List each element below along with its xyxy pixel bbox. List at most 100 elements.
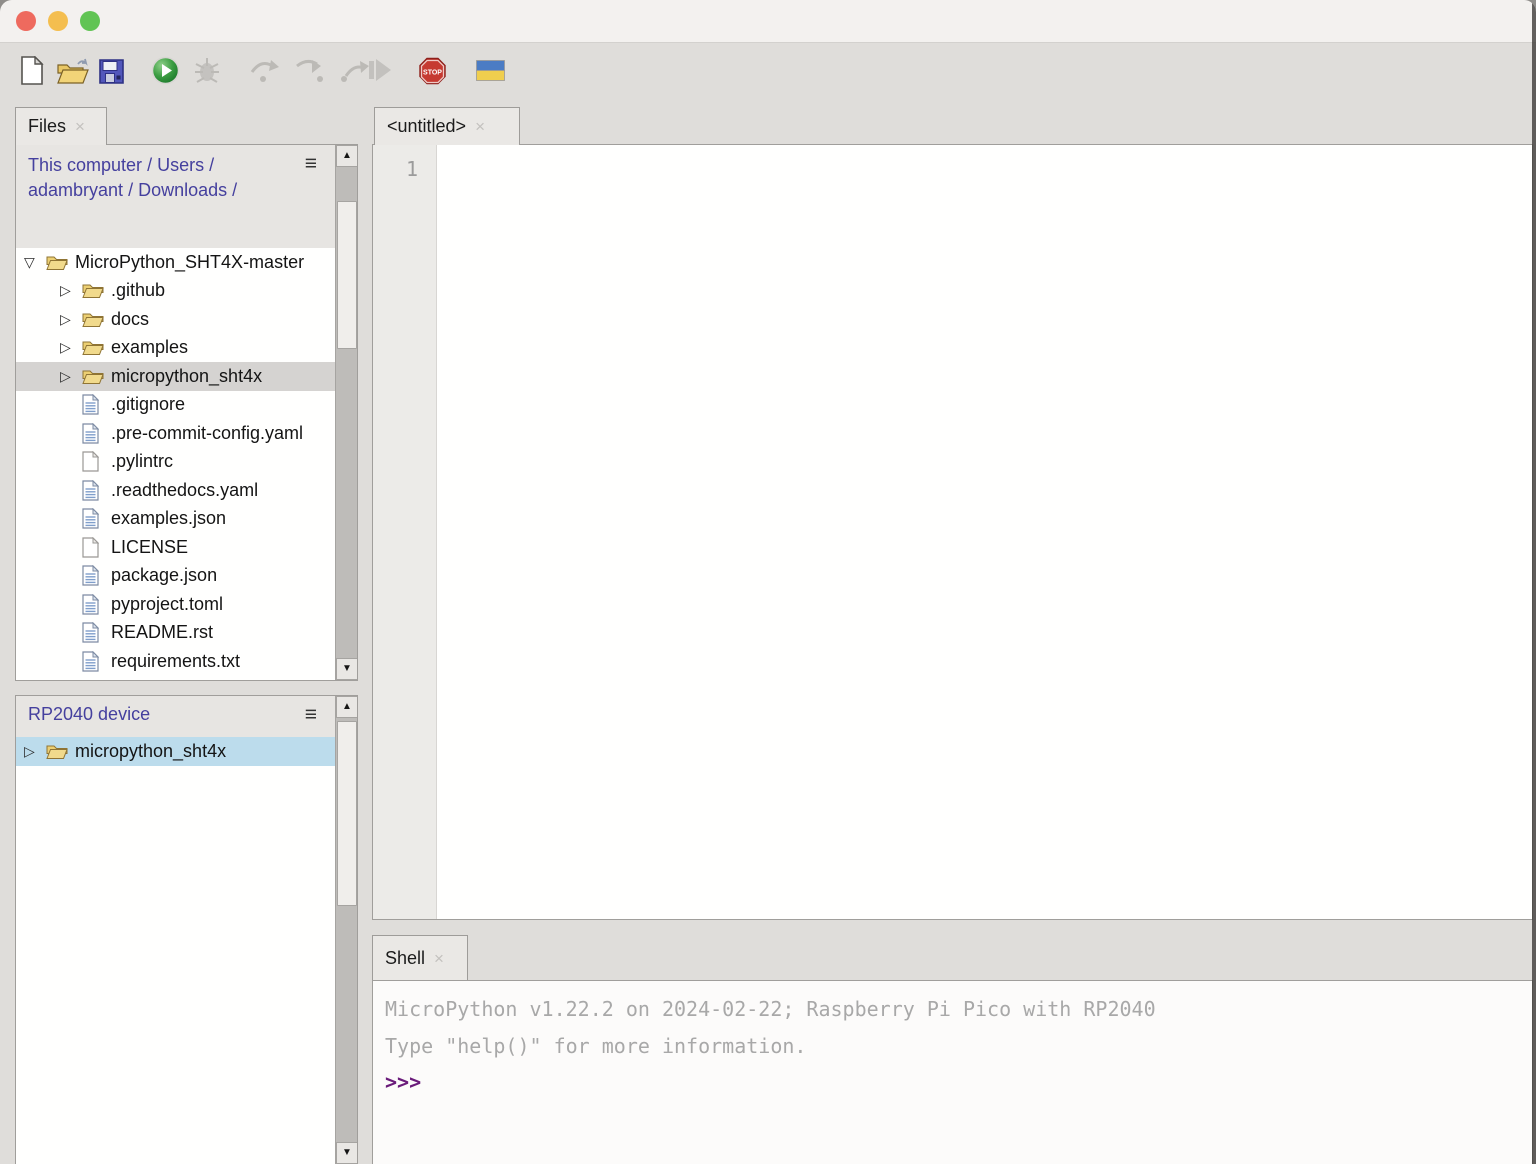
file-icon xyxy=(82,565,104,586)
file-icon xyxy=(82,537,104,558)
tree-item[interactable]: ▷.github xyxy=(16,277,337,306)
scroll-down-icon[interactable]: ▼ xyxy=(336,1142,358,1164)
close-icon[interactable]: × xyxy=(75,118,85,135)
folder-icon xyxy=(82,339,104,356)
tree-item[interactable]: package.json xyxy=(16,562,337,591)
tree-item[interactable]: examples.json xyxy=(16,505,337,534)
run-script-button[interactable] xyxy=(151,56,180,88)
tree-item-label: micropython_sht4x xyxy=(111,366,262,387)
expand-icon[interactable]: ▷ xyxy=(58,311,82,328)
collapse-icon[interactable]: ▽ xyxy=(22,254,46,271)
tree-item-label: examples.json xyxy=(111,508,226,529)
scroll-down-icon[interactable]: ▼ xyxy=(336,658,358,680)
close-icon[interactable]: × xyxy=(434,950,444,967)
svg-text:STOP: STOP xyxy=(423,70,442,77)
expand-icon[interactable]: ▷ xyxy=(22,743,46,760)
device-panel: RP2040 device ≡ ▷ micropython_sht4x ▲ ▼ xyxy=(15,695,358,1164)
support-ukraine-button[interactable] xyxy=(476,60,505,84)
zoom-window-button[interactable] xyxy=(80,11,100,31)
tree-item-label: README.rst xyxy=(111,622,213,643)
shell-output-line: MicroPython v1.22.2 on 2024-02-22; Raspb… xyxy=(385,991,1532,1028)
tree-item[interactable]: .gitignore xyxy=(16,391,337,420)
files-panel: This computer / Users / adambryant / Dow… xyxy=(15,144,358,681)
tree-item-label: docs xyxy=(111,309,149,330)
line-number-gutter: 1 xyxy=(373,145,437,919)
tree-item[interactable]: pyproject.toml xyxy=(16,590,337,619)
tree-item[interactable]: .readthedocs.yaml xyxy=(16,476,337,505)
tree-item-label: LICENSE xyxy=(111,537,188,558)
tab-files[interactable]: Files × xyxy=(15,107,107,145)
location-segment-link[interactable]: Downloads xyxy=(138,180,227,200)
device-scrollbar[interactable]: ▲ ▼ xyxy=(335,696,357,1164)
file-icon xyxy=(82,451,104,472)
file-icon xyxy=(82,594,104,615)
files-location-header: This computer / Users / adambryant / Dow… xyxy=(16,145,357,248)
tree-item[interactable]: requirements.txt xyxy=(16,647,337,676)
files-scrollbar-thumb[interactable] xyxy=(337,201,357,349)
file-icon xyxy=(82,651,104,672)
new-file-icon xyxy=(20,56,44,86)
tree-item-label: micropython_sht4x xyxy=(75,741,226,762)
scroll-up-icon[interactable]: ▲ xyxy=(336,696,358,718)
tree-item[interactable]: ▷ micropython_sht4x xyxy=(16,362,337,391)
tree-item[interactable]: ▷examples xyxy=(16,334,337,363)
save-file-button[interactable] xyxy=(98,58,125,88)
close-icon[interactable]: × xyxy=(475,118,485,135)
shell-output-lines: MicroPython v1.22.2 on 2024-02-22; Raspb… xyxy=(385,991,1532,1065)
minimize-window-button[interactable] xyxy=(48,11,68,31)
tree-item-label: package.json xyxy=(111,565,217,586)
files-menu-icon[interactable]: ≡ xyxy=(305,153,317,174)
file-icon xyxy=(82,622,104,643)
open-file-button[interactable] xyxy=(56,58,89,89)
ukraine-flag-icon xyxy=(476,60,505,81)
device-tree: ▷ micropython_sht4x xyxy=(16,737,337,766)
scroll-up-icon[interactable]: ▲ xyxy=(336,145,358,167)
expand-icon[interactable]: ▷ xyxy=(58,282,82,299)
tree-item-label: MicroPython_SHT4X-master xyxy=(75,252,304,273)
tree-item[interactable]: README.rst xyxy=(16,619,337,648)
files-tree: ▽MicroPython_SHT4X-master▷.github▷docs▷e… xyxy=(16,248,337,676)
expand-icon[interactable]: ▷ xyxy=(58,368,82,385)
tree-item[interactable]: .pre-commit-config.yaml xyxy=(16,419,337,448)
close-window-button[interactable] xyxy=(16,11,36,31)
device-menu-icon[interactable]: ≡ xyxy=(305,704,317,725)
editor-tab-label: <untitled> xyxy=(387,116,466,137)
files-scrollbar[interactable]: ▲ ▼ xyxy=(335,145,357,680)
step-out-icon xyxy=(338,58,369,82)
device-panel-header: RP2040 device ≡ xyxy=(16,696,357,737)
folder-icon xyxy=(46,254,68,271)
location-root-link[interactable]: This computer xyxy=(28,155,142,175)
code-editor[interactable]: 1 xyxy=(372,144,1533,920)
run-play-icon xyxy=(151,56,180,85)
location-segment-link[interactable]: Users xyxy=(157,155,204,175)
tree-item-label: .pylintrc xyxy=(111,451,173,472)
folder-icon xyxy=(82,311,104,328)
expand-icon[interactable]: ▷ xyxy=(58,339,82,356)
device-scrollbar-thumb[interactable] xyxy=(337,721,357,906)
step-into-icon xyxy=(294,58,325,82)
resume-play-icon xyxy=(366,57,393,83)
tab-shell[interactable]: Shell × xyxy=(372,935,468,980)
file-icon xyxy=(82,394,104,415)
tree-item[interactable]: LICENSE xyxy=(16,533,337,562)
tree-item[interactable]: ▽ MicroPython_SHT4X-master xyxy=(16,248,337,277)
shell-output[interactable]: MicroPython v1.22.2 on 2024-02-22; Raspb… xyxy=(372,980,1533,1164)
tree-item-label: .pre-commit-config.yaml xyxy=(111,423,303,444)
shell-prompt: >>> xyxy=(385,1065,1532,1099)
step-over-icon xyxy=(249,58,280,82)
files-location-breadcrumb[interactable]: This computer / Users / adambryant / Dow… xyxy=(28,153,278,203)
tree-item[interactable]: .pylintrc xyxy=(16,448,337,477)
thonny-window: STOP Files × This computer / Users / ada… xyxy=(0,0,1536,1164)
step-over-button[interactable] xyxy=(249,58,280,85)
stop-restart-button[interactable]: STOP xyxy=(418,57,447,89)
tree-item[interactable]: ▷ micropython_sht4x xyxy=(16,737,337,766)
shell-output-line: Type "help()" for more information. xyxy=(385,1028,1532,1065)
tab-editor-untitled[interactable]: <untitled> × xyxy=(374,107,520,145)
new-file-button[interactable] xyxy=(20,56,44,89)
tree-item[interactable]: ▷ docs xyxy=(16,305,337,334)
location-segment-link[interactable]: adambryant xyxy=(28,180,123,200)
debug-script-button[interactable] xyxy=(193,56,221,89)
step-out-button[interactable] xyxy=(338,58,369,85)
step-into-button[interactable] xyxy=(294,58,325,85)
resume-button[interactable] xyxy=(366,57,393,86)
